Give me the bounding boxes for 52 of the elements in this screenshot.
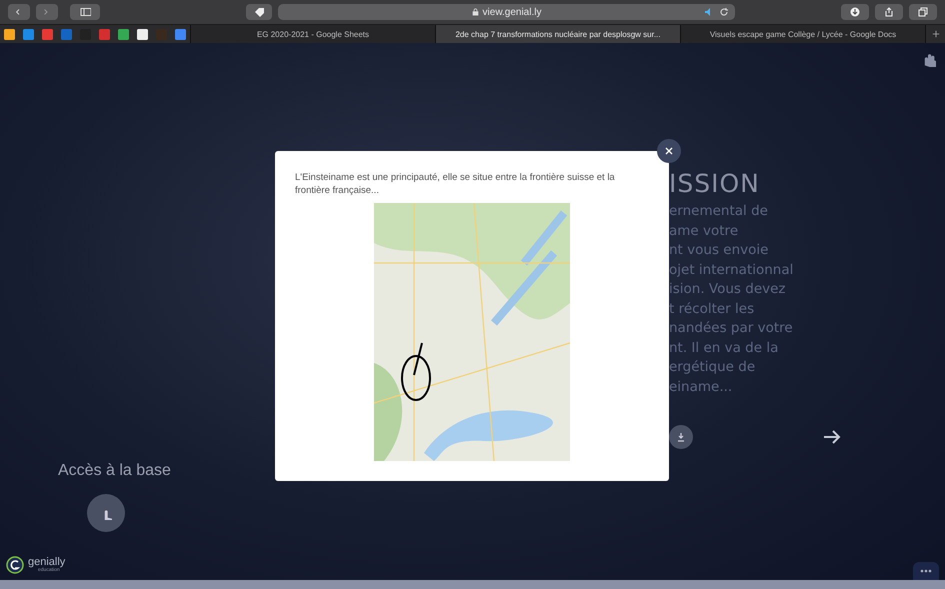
sidebar-icon <box>79 7 91 17</box>
tabs-button[interactable] <box>909 4 937 20</box>
logo-icon <box>6 556 24 574</box>
download-icon <box>676 432 686 442</box>
download-button[interactable] <box>841 4 869 20</box>
close-button[interactable] <box>657 139 681 163</box>
mission-text-line: ernemental de <box>669 202 769 221</box>
download-circle-button[interactable] <box>669 425 693 449</box>
favicon-icon <box>175 28 186 40</box>
mission-text-line: ision. Vous devez <box>669 280 787 299</box>
tabs-icon <box>918 7 928 17</box>
reload-icon <box>719 7 729 17</box>
mission-text-line: nt. Il en va de la <box>669 338 780 358</box>
plus-icon <box>932 30 940 38</box>
favicon-icon <box>61 28 72 40</box>
right-arrow-icon <box>823 430 841 444</box>
favicon-icon <box>118 28 129 40</box>
slide-title: Accès à la base <box>58 462 171 480</box>
favicon-icon <box>42 28 53 40</box>
lock-icon <box>472 7 479 17</box>
favicon-icon <box>23 28 34 40</box>
browser-tab[interactable]: EG 2020-2021 - Google Sheets <box>190 25 435 43</box>
download-icon <box>850 7 860 17</box>
mission-text-line: ojet internationnal <box>669 260 794 280</box>
tap-button[interactable] <box>87 494 125 532</box>
share-icon <box>884 7 894 17</box>
favicon-icon <box>137 28 148 40</box>
url-text: view.genial.ly <box>482 6 542 18</box>
mission-title: ISSION <box>669 169 760 198</box>
mission-text-line: ame votre <box>669 222 740 240</box>
tag-icon <box>253 7 265 17</box>
mission-text-line: nandées par votre <box>669 319 794 338</box>
browser-tab[interactable]: Visuels escape game Collège / Lycée - Google Docs <box>680 25 925 43</box>
sidebar-button[interactable] <box>70 4 100 20</box>
modal-text: L'Einsteiname est une principauté, elle se situe entre la frontière suisse et la frontière française... <box>295 171 616 197</box>
favicon-icon <box>4 28 15 40</box>
mission-text-line: nt vous envoie <box>669 241 770 260</box>
dots-icon <box>920 569 932 573</box>
share-button[interactable] <box>875 4 903 20</box>
address-bar[interactable]: view.genial.ly <box>278 4 735 20</box>
brand-name: genially <box>28 557 66 567</box>
mission-text-line: t récolter les <box>669 300 756 318</box>
mission-text-line: ergétique de <box>669 358 756 377</box>
back-button[interactable] <box>8 4 30 20</box>
mission-text-line: einame... <box>669 378 734 396</box>
chevron-left-icon <box>16 7 22 17</box>
tag-button[interactable] <box>246 4 272 20</box>
more-button[interactable] <box>913 562 939 580</box>
chevron-right-icon <box>44 7 50 17</box>
close-icon <box>664 146 674 156</box>
browser-tab[interactable]: 2de chap 7 transformations nucléaire par desplosgw sur... <box>435 25 680 43</box>
favicon-icon <box>99 28 110 40</box>
